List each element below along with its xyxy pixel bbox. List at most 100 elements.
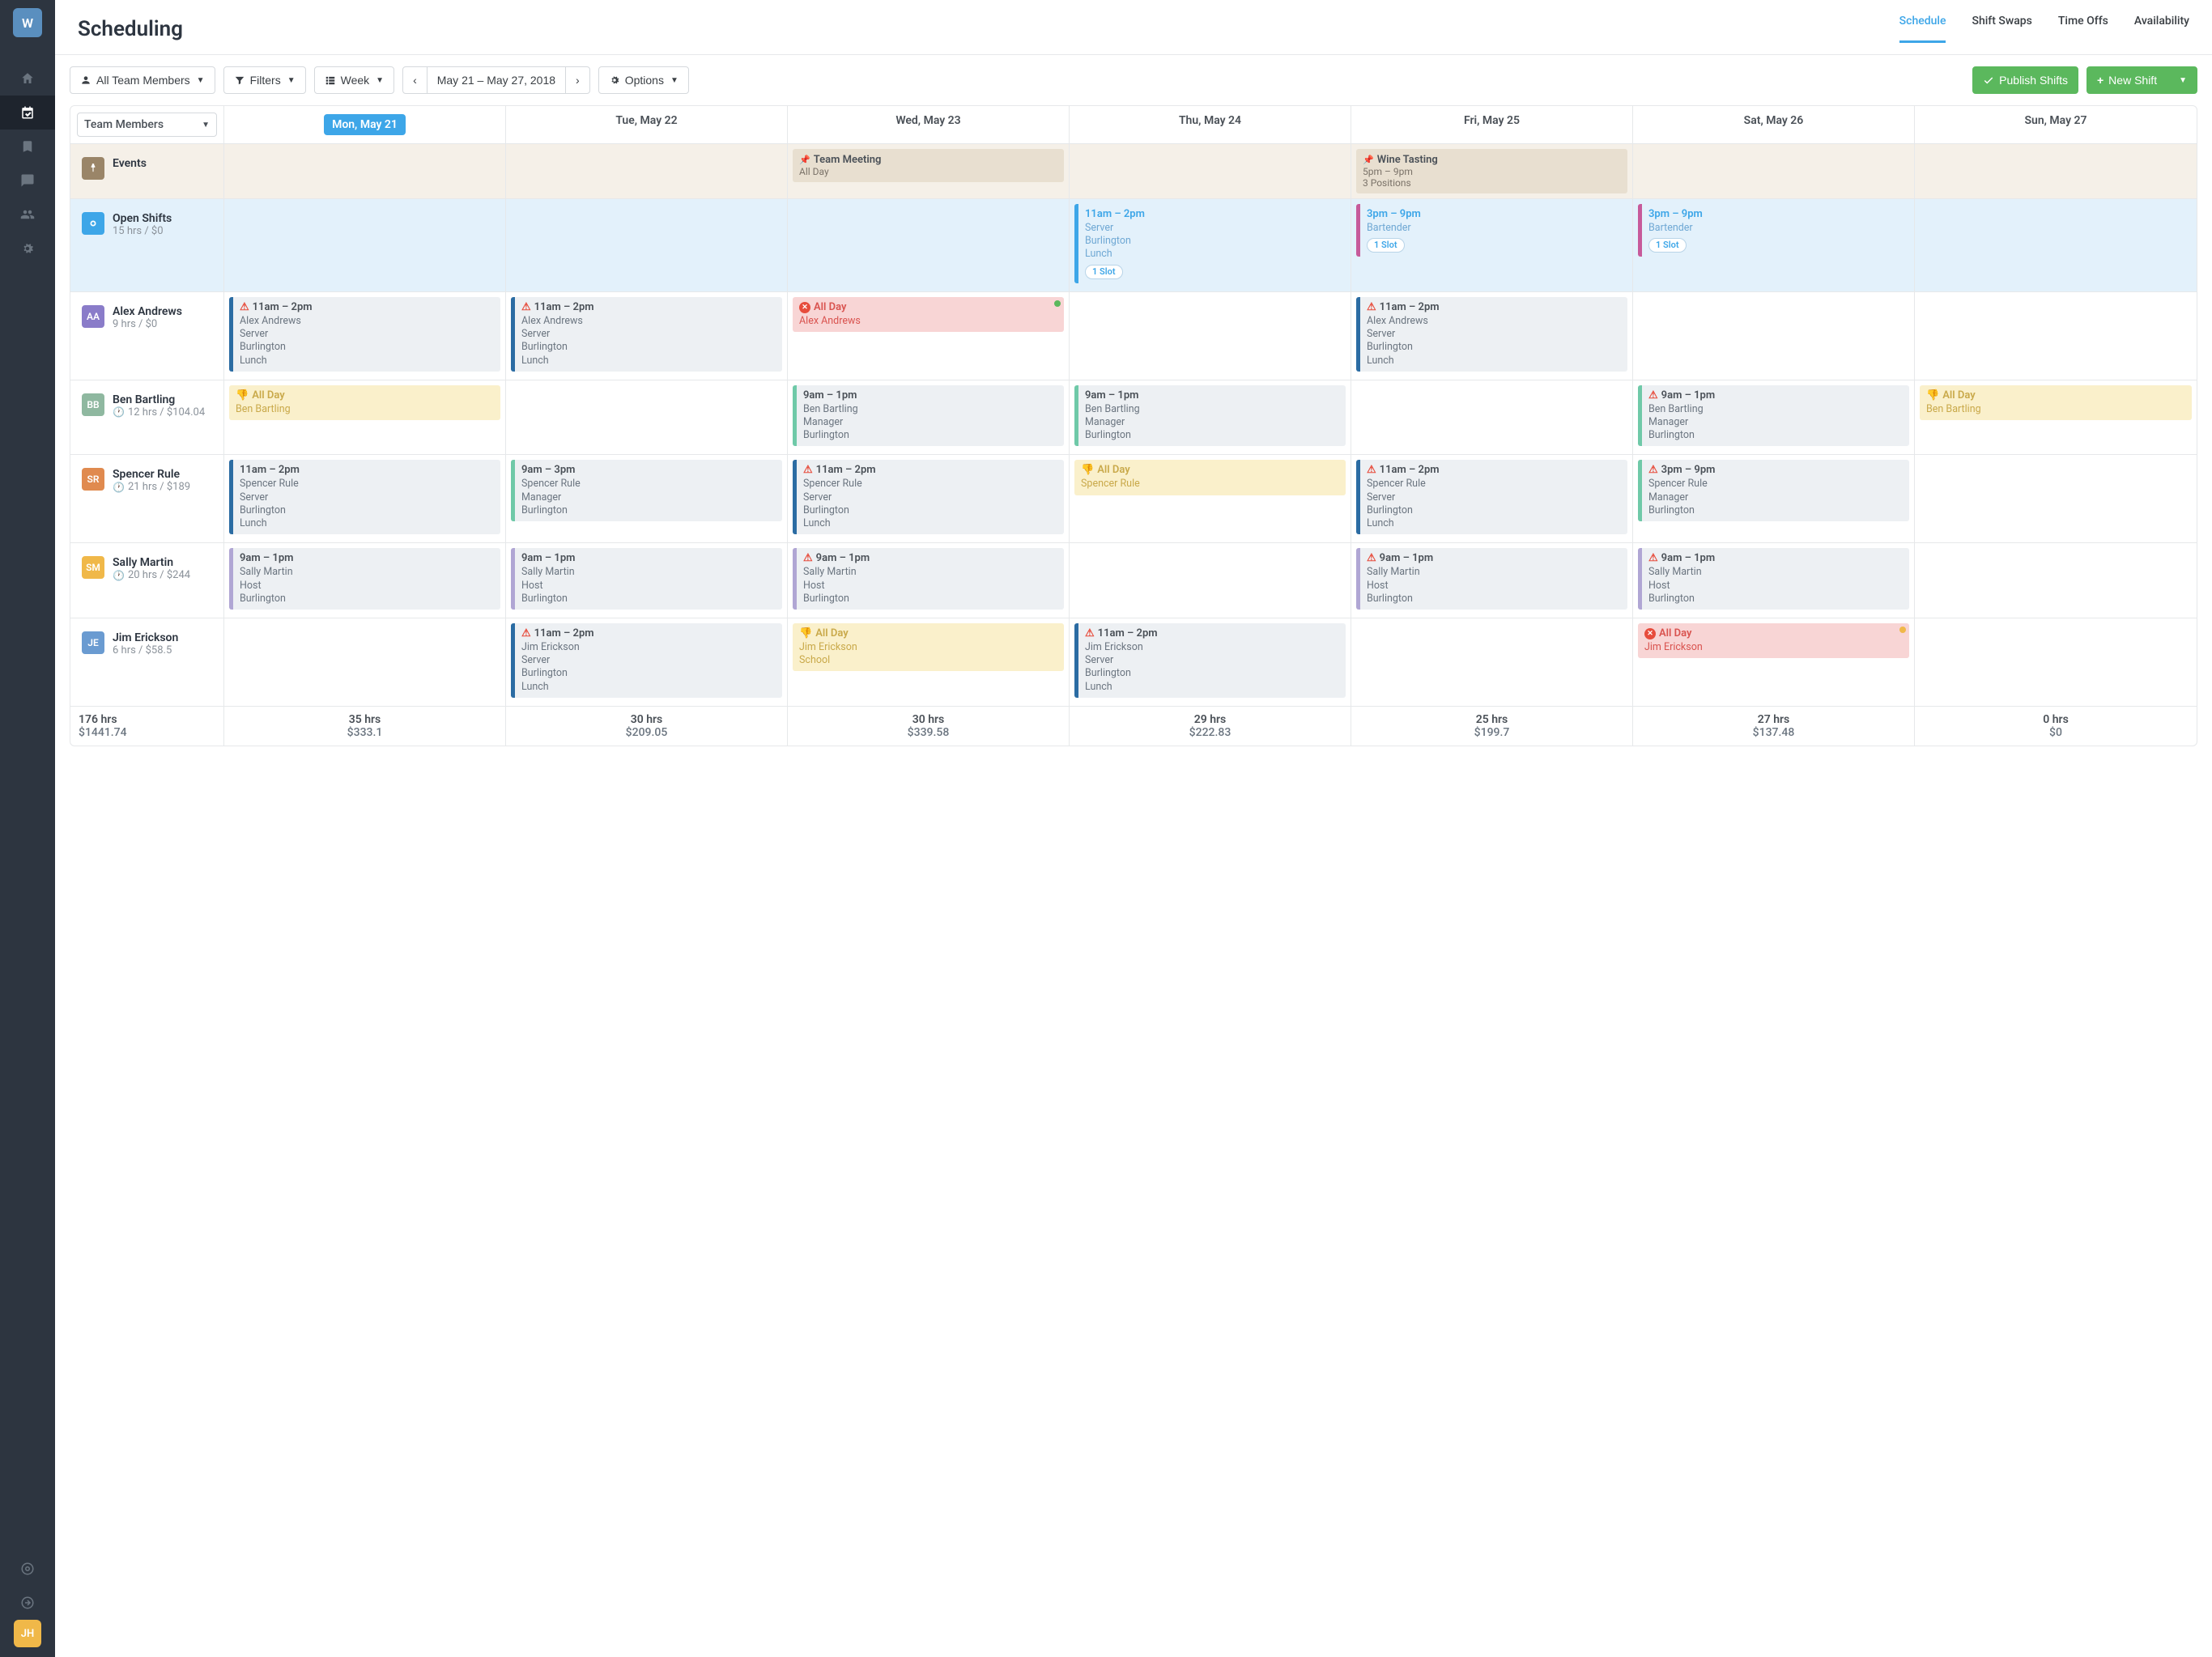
shift-card[interactable]: ⚠ 9am – 1pm Sally MartinHostBurlington xyxy=(1638,548,1909,610)
options-button[interactable]: Options ▼ xyxy=(598,66,689,94)
shift-cell[interactable]: ⚠ 9am – 1pm Ben BartlingManagerBurlingto… xyxy=(1633,380,1915,455)
shift-card[interactable]: ⚠ 11am – 2pm Alex AndrewsServerBurlingto… xyxy=(229,297,500,372)
shift-cell[interactable]: 9am – 1pm Sally MartinHostBurlington xyxy=(506,543,788,618)
nav-schedule-icon[interactable] xyxy=(0,96,55,130)
shift-cell[interactable]: ⚠ 3pm – 9pm Spencer RuleManagerBurlingto… xyxy=(1633,455,1915,542)
shift-card[interactable]: ✕ All Day Alex Andrews xyxy=(793,297,1064,332)
shift-card[interactable]: ⚠ 11am – 2pm Alex AndrewsServerBurlingto… xyxy=(1356,297,1627,372)
events-cell-mon[interactable] xyxy=(224,144,506,198)
shift-cell[interactable]: 11am – 2pm Spencer RuleServerBurlingtonL… xyxy=(224,455,506,542)
shift-cell[interactable]: ⚠ 11am – 2pm Spencer RuleServerBurlingto… xyxy=(1351,455,1633,542)
shift-cell[interactable] xyxy=(506,380,788,455)
open-cell-sun[interactable] xyxy=(1915,199,2197,291)
shift-card[interactable]: 3pm – 9pm Bartender 1 Slot xyxy=(1356,204,1627,257)
shift-cell[interactable]: 👎 All Day Spencer Rule xyxy=(1070,455,1351,542)
shift-card[interactable]: 9am – 1pm Sally MartinHostBurlington xyxy=(229,548,500,610)
shift-cell[interactable]: ✕ All Day Jim Erickson xyxy=(1633,618,1915,706)
shift-card[interactable]: 9am – 1pm Sally MartinHostBurlington xyxy=(511,548,782,610)
day-header-sun[interactable]: Sun, May 27 xyxy=(1915,106,2197,143)
open-cell-thu[interactable]: 11am – 2pm Server Burlington Lunch 1 Slo… xyxy=(1070,199,1351,291)
team-filter-dropdown[interactable]: All Team Members ▼ xyxy=(70,66,215,94)
view-dropdown[interactable]: Week ▼ xyxy=(314,66,394,94)
member-select-dropdown[interactable]: Team Members ▼ xyxy=(77,113,217,137)
shift-cell[interactable]: ⚠ 9am – 1pm Sally MartinHostBurlington xyxy=(788,543,1070,618)
shift-cell[interactable] xyxy=(1915,292,2197,380)
shift-card[interactable]: ⚠ 11am – 2pm Jim EricksonServerBurlingto… xyxy=(1074,623,1346,698)
shift-cell[interactable]: 9am – 1pm Sally MartinHostBurlington xyxy=(224,543,506,618)
nav-logout-icon[interactable] xyxy=(0,1586,55,1620)
shift-card[interactable]: 11am – 2pm Spencer RuleServerBurlingtonL… xyxy=(229,460,500,534)
shift-card[interactable]: 👎 All Day Ben Bartling xyxy=(229,385,500,420)
new-shift-menu-button[interactable]: ▼ xyxy=(2167,66,2197,94)
shift-cell[interactable]: 9am – 1pm Ben BartlingManagerBurlington xyxy=(1070,380,1351,455)
shift-cell[interactable] xyxy=(1915,618,2197,706)
tab-availability[interactable]: Availability xyxy=(2134,15,2189,43)
nav-bookmark-icon[interactable] xyxy=(0,130,55,164)
shift-card[interactable]: ⚠ 9am – 1pm Sally MartinHostBurlington xyxy=(1356,548,1627,610)
shift-cell[interactable]: ✕ All Day Alex Andrews xyxy=(788,292,1070,380)
shift-card[interactable]: ⚠ 9am – 1pm Ben BartlingManagerBurlingto… xyxy=(1638,385,1909,447)
member-label[interactable]: BB Ben Bartling 🕐 12 hrs / $104.04 xyxy=(75,385,219,427)
shift-cell[interactable] xyxy=(1915,543,2197,618)
user-avatar[interactable]: JH xyxy=(14,1620,41,1647)
events-cell-sat[interactable] xyxy=(1633,144,1915,198)
day-header-tue[interactable]: Tue, May 22 xyxy=(506,106,788,143)
nav-settings-icon[interactable] xyxy=(0,232,55,266)
tab-shift-swaps[interactable]: Shift Swaps xyxy=(1972,15,2031,43)
next-button[interactable]: › xyxy=(565,66,590,94)
event-card[interactable]: 📌Team Meeting All Day xyxy=(793,149,1064,182)
shift-cell[interactable]: 👎 All Day Ben Bartling xyxy=(224,380,506,455)
shift-card[interactable]: ⚠ 11am – 2pm Jim EricksonServerBurlingto… xyxy=(511,623,782,698)
events-cell-wed[interactable]: 📌Team Meeting All Day xyxy=(788,144,1070,198)
shift-card[interactable]: 9am – 1pm Ben BartlingManagerBurlington xyxy=(793,385,1064,447)
nav-home-icon[interactable] xyxy=(0,62,55,96)
tab-schedule[interactable]: Schedule xyxy=(1899,15,1946,43)
member-label[interactable]: JE Jim Erickson 6 hrs / $58.5 xyxy=(75,623,219,665)
shift-cell[interactable]: ⚠ 11am – 2pm Jim EricksonServerBurlingto… xyxy=(506,618,788,706)
member-label[interactable]: AA Alex Andrews 9 hrs / $0 xyxy=(75,297,219,338)
shift-cell[interactable] xyxy=(1351,380,1633,455)
open-cell-fri[interactable]: 3pm – 9pm Bartender 1 Slot xyxy=(1351,199,1633,291)
shift-card[interactable]: 11am – 2pm Server Burlington Lunch 1 Slo… xyxy=(1074,204,1346,283)
open-cell-sat[interactable]: 3pm – 9pm Bartender 1 Slot xyxy=(1633,199,1915,291)
open-cell-tue[interactable] xyxy=(506,199,788,291)
day-header-wed[interactable]: Wed, May 23 xyxy=(788,106,1070,143)
member-label[interactable]: SM Sally Martin 🕐 20 hrs / $244 xyxy=(75,548,219,589)
open-cell-mon[interactable] xyxy=(224,199,506,291)
nav-help-icon[interactable] xyxy=(0,1552,55,1586)
shift-cell[interactable]: ⚠ 11am – 2pm Spencer RuleServerBurlingto… xyxy=(788,455,1070,542)
shift-card[interactable]: ⚠ 9am – 1pm Sally MartinHostBurlington xyxy=(793,548,1064,610)
shift-card[interactable]: 3pm – 9pm Bartender 1 Slot xyxy=(1638,204,1909,257)
shift-card[interactable]: 9am – 3pm Spencer RuleManagerBurlington xyxy=(511,460,782,521)
shift-cell[interactable] xyxy=(224,618,506,706)
shift-cell[interactable]: 9am – 3pm Spencer RuleManagerBurlington xyxy=(506,455,788,542)
shift-cell[interactable] xyxy=(1915,455,2197,542)
shift-card[interactable]: 👎 All Day Spencer Rule xyxy=(1074,460,1346,495)
events-cell-sun[interactable] xyxy=(1915,144,2197,198)
shift-card[interactable]: 👎 All Day Ben Bartling xyxy=(1920,385,2192,420)
shift-cell[interactable]: 👎 All Day Jim EricksonSchool xyxy=(788,618,1070,706)
shift-cell[interactable]: ⚠ 11am – 2pm Alex AndrewsServerBurlingto… xyxy=(1351,292,1633,380)
publish-shifts-button[interactable]: Publish Shifts xyxy=(1972,66,2078,94)
shift-card[interactable]: 9am – 1pm Ben BartlingManagerBurlington xyxy=(1074,385,1346,447)
shift-card[interactable]: 👎 All Day Jim EricksonSchool xyxy=(793,623,1064,671)
shift-cell[interactable] xyxy=(1633,292,1915,380)
shift-cell[interactable]: 👎 All Day Ben Bartling xyxy=(1915,380,2197,455)
shift-card[interactable]: ⚠ 3pm – 9pm Spencer RuleManagerBurlingto… xyxy=(1638,460,1909,521)
shift-cell[interactable]: 9am – 1pm Ben BartlingManagerBurlington xyxy=(788,380,1070,455)
shift-card[interactable]: ⚠ 11am – 2pm Spencer RuleServerBurlingto… xyxy=(793,460,1064,534)
app-logo[interactable]: W xyxy=(13,8,42,37)
nav-chat-icon[interactable] xyxy=(0,164,55,198)
filters-button[interactable]: Filters ▼ xyxy=(223,66,306,94)
nav-team-icon[interactable] xyxy=(0,198,55,232)
shift-cell[interactable]: ⚠ 11am – 2pm Jim EricksonServerBurlingto… xyxy=(1070,618,1351,706)
prev-button[interactable]: ‹ xyxy=(402,66,428,94)
day-header-sat[interactable]: Sat, May 26 xyxy=(1633,106,1915,143)
new-shift-button[interactable]: + New Shift xyxy=(2087,66,2167,94)
events-cell-thu[interactable] xyxy=(1070,144,1351,198)
shift-cell[interactable]: ⚠ 11am – 2pm Alex AndrewsServerBurlingto… xyxy=(224,292,506,380)
open-cell-wed[interactable] xyxy=(788,199,1070,291)
shift-cell[interactable] xyxy=(1070,543,1351,618)
events-cell-fri[interactable]: 📌Wine Tasting 5pm – 9pm 3 Positions xyxy=(1351,144,1633,198)
shift-cell[interactable] xyxy=(1351,618,1633,706)
